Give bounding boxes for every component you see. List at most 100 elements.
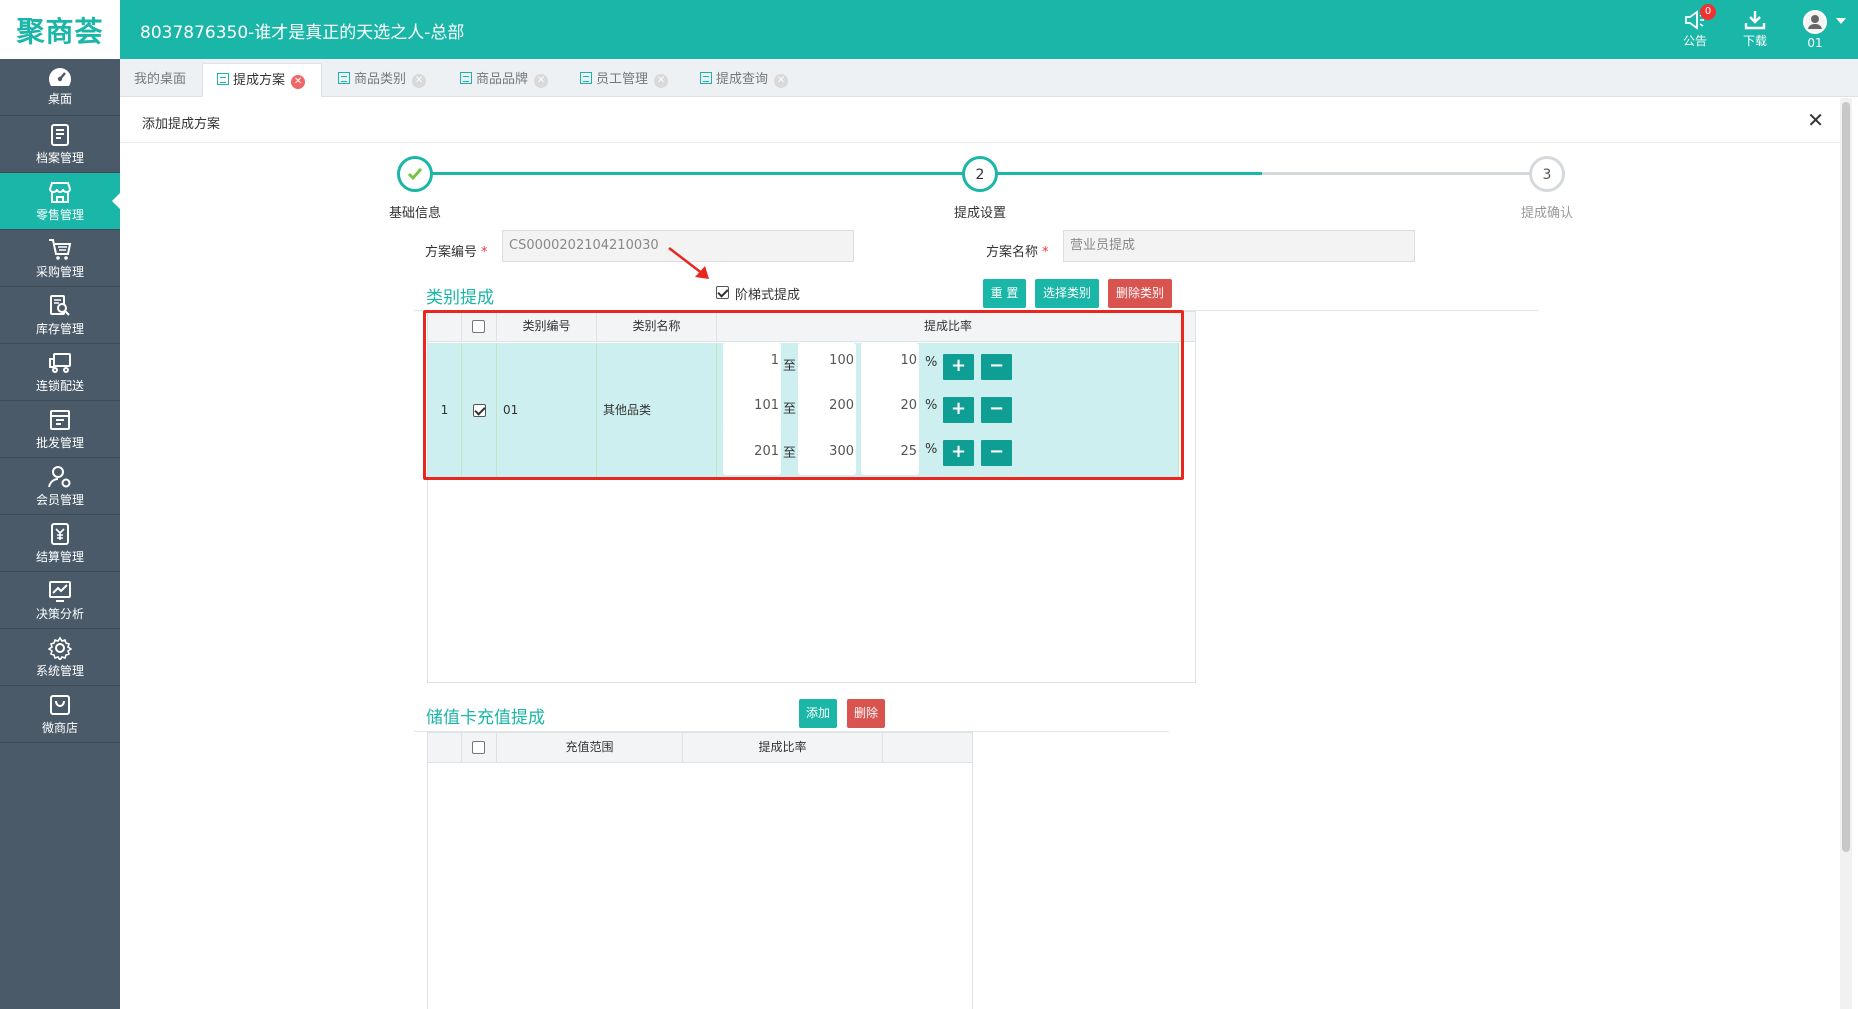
sidebar-item-retail[interactable]: 零售管理 xyxy=(0,173,120,230)
close-icon[interactable]: ✕ xyxy=(1807,108,1824,132)
tab-label: 提成方案 xyxy=(233,73,286,88)
store-icon xyxy=(49,182,71,203)
tiered-checkbox[interactable] xyxy=(716,286,729,299)
close-icon[interactable]: ✕ xyxy=(534,74,549,88)
category-section-title: 类别提成 xyxy=(426,288,494,308)
sidebar-item-label: 连锁配送 xyxy=(35,379,84,393)
column-recharge-range: 充值范围 xyxy=(497,733,683,763)
sidebar-item-purchase[interactable]: 采购管理 xyxy=(0,230,120,287)
scrollbar[interactable] xyxy=(1840,98,1852,1009)
sidebar-item-label: 档案管理 xyxy=(35,151,84,165)
select-category-button[interactable]: 选择类别 xyxy=(1035,279,1099,308)
scheme-no-label: 方案编号 * xyxy=(425,245,488,260)
download-icon xyxy=(1744,11,1766,30)
table-icon xyxy=(338,72,350,84)
sidebar-item-archive[interactable]: 档案管理 xyxy=(0,116,120,173)
card-section-title: 储值卡充值提成 xyxy=(426,708,545,728)
sidebar-item-label: 系统管理 xyxy=(35,664,84,678)
required-mark: * xyxy=(1042,245,1049,260)
user-avatar-icon xyxy=(1808,15,1822,29)
sidebar-item-settlement[interactable]: 结算管理 xyxy=(0,515,120,572)
sidebar-item-label: 桌面 xyxy=(47,92,72,106)
sidebar-item-system[interactable]: 系统管理 xyxy=(0,629,120,686)
column-commission-rate: 提成比率 xyxy=(683,733,883,763)
add-card-rule-button[interactable]: 添加 xyxy=(799,699,837,728)
bag-icon xyxy=(50,695,70,715)
sidebar-item-label: 微商店 xyxy=(41,721,78,735)
sidebar-item-inventory[interactable]: 库存管理 xyxy=(0,287,120,344)
tiered-label: 阶梯式提成 xyxy=(735,288,801,303)
step-2-circle: 2 xyxy=(962,156,998,192)
download-button[interactable]: 下载 xyxy=(1730,10,1780,49)
sidebar-item-wholesale[interactable]: 批发管理 xyxy=(0,401,120,458)
annotation-arrow-icon xyxy=(668,247,709,279)
tab-label: 商品类别 xyxy=(354,72,407,87)
close-icon[interactable]: ✕ xyxy=(654,74,669,88)
select-all-checkbox[interactable] xyxy=(472,741,485,754)
scheme-name-input[interactable]: 营业员提成 xyxy=(1063,230,1415,262)
user-label: 01 xyxy=(1807,36,1823,50)
settlement-icon xyxy=(51,523,69,545)
table-icon xyxy=(460,72,472,84)
tab-my-desktop[interactable]: 我的桌面 xyxy=(120,63,200,97)
dashboard-icon xyxy=(49,68,71,86)
panel-title: 添加提成方案 xyxy=(142,117,221,132)
sidebar-item-chain-delivery[interactable]: 连锁配送 xyxy=(0,344,120,401)
chevron-down-icon xyxy=(1836,18,1846,24)
grid-header: 充值范围 提成比率 xyxy=(428,733,972,763)
tab-product-brand[interactable]: 商品品牌 ✕ xyxy=(446,63,566,97)
tab-commission-query[interactable]: 提成查询 ✕ xyxy=(686,63,806,97)
user-menu[interactable]: 01 xyxy=(1790,10,1846,50)
step-1-circle xyxy=(397,156,433,192)
tab-label: 我的桌面 xyxy=(134,72,187,87)
reset-button[interactable]: 重 置 xyxy=(983,279,1026,308)
notice-badge: 0 xyxy=(1700,4,1716,20)
required-mark: * xyxy=(481,245,488,260)
tab-staff-management[interactable]: 员工管理 ✕ xyxy=(566,63,686,97)
sidebar-item-label: 结算管理 xyxy=(35,550,84,564)
delete-card-rule-button[interactable]: 删除 xyxy=(847,699,885,728)
table-icon xyxy=(700,72,712,84)
close-icon[interactable]: ✕ xyxy=(412,74,427,88)
sidebar-item-label: 批发管理 xyxy=(35,436,84,450)
download-label: 下载 xyxy=(1742,34,1767,48)
close-icon[interactable]: ✕ xyxy=(291,75,306,89)
notice-button[interactable]: 0 公告 xyxy=(1670,4,1720,49)
sidebar-item-label: 会员管理 xyxy=(35,493,84,507)
sidebar-item-micro-store[interactable]: 微商店 xyxy=(0,686,120,743)
check-icon xyxy=(407,168,423,181)
tab-product-category[interactable]: 商品类别 ✕ xyxy=(324,63,444,97)
chart-icon xyxy=(49,581,71,602)
step-2-label: 提成设置 xyxy=(953,206,1006,221)
sidebar-item-label: 决策分析 xyxy=(35,607,84,621)
tab-commission-scheme[interactable]: 提成方案 ✕ xyxy=(202,63,322,97)
scroll-thumb[interactable] xyxy=(1842,102,1850,852)
tab-bar: 我的桌面 提成方案 ✕ 商品类别 ✕ 商品品牌 ✕ 员工管理 ✕ 提成查询 ✕ xyxy=(120,59,1858,97)
sidebar: 桌面 档案管理 零售管理 采购管理 库存管理 连锁配送 批发管理 会员管理 结算… xyxy=(0,59,120,1009)
member-icon xyxy=(48,466,71,488)
annotation-highlight-box xyxy=(423,310,1184,480)
panel-header: 添加提成方案 ✕ xyxy=(120,98,1840,143)
step-3-circle: 3 xyxy=(1529,156,1565,192)
scheme-name-label: 方案名称 * xyxy=(986,245,1049,260)
sidebar-item-member[interactable]: 会员管理 xyxy=(0,458,120,515)
tab-label: 提成查询 xyxy=(716,72,769,87)
truck-icon xyxy=(49,353,71,373)
column-index xyxy=(428,733,462,763)
step-progress-done xyxy=(432,172,1262,175)
tab-label: 商品品牌 xyxy=(476,72,529,87)
table-icon xyxy=(217,73,229,85)
card-grid: 充值范围 提成比率 xyxy=(427,732,973,1009)
inventory-search-icon xyxy=(50,295,70,316)
sidebar-item-analysis[interactable]: 决策分析 xyxy=(0,572,120,629)
top-bar: 聚商荟 8037876350-谁才是真正的天选之人-总部 0 公告 下载 01 xyxy=(0,0,1858,59)
sidebar-item-label: 采购管理 xyxy=(35,265,84,279)
avatar xyxy=(1803,10,1827,34)
close-icon[interactable]: ✕ xyxy=(774,74,789,88)
brand-logo[interactable]: 聚商荟 xyxy=(0,0,120,59)
sidebar-item-desktop[interactable]: 桌面 xyxy=(0,59,120,116)
sidebar-item-label: 库存管理 xyxy=(35,322,84,336)
delete-category-button[interactable]: 删除类别 xyxy=(1108,279,1172,308)
cart-icon xyxy=(49,239,72,260)
tab-label: 员工管理 xyxy=(596,72,649,87)
